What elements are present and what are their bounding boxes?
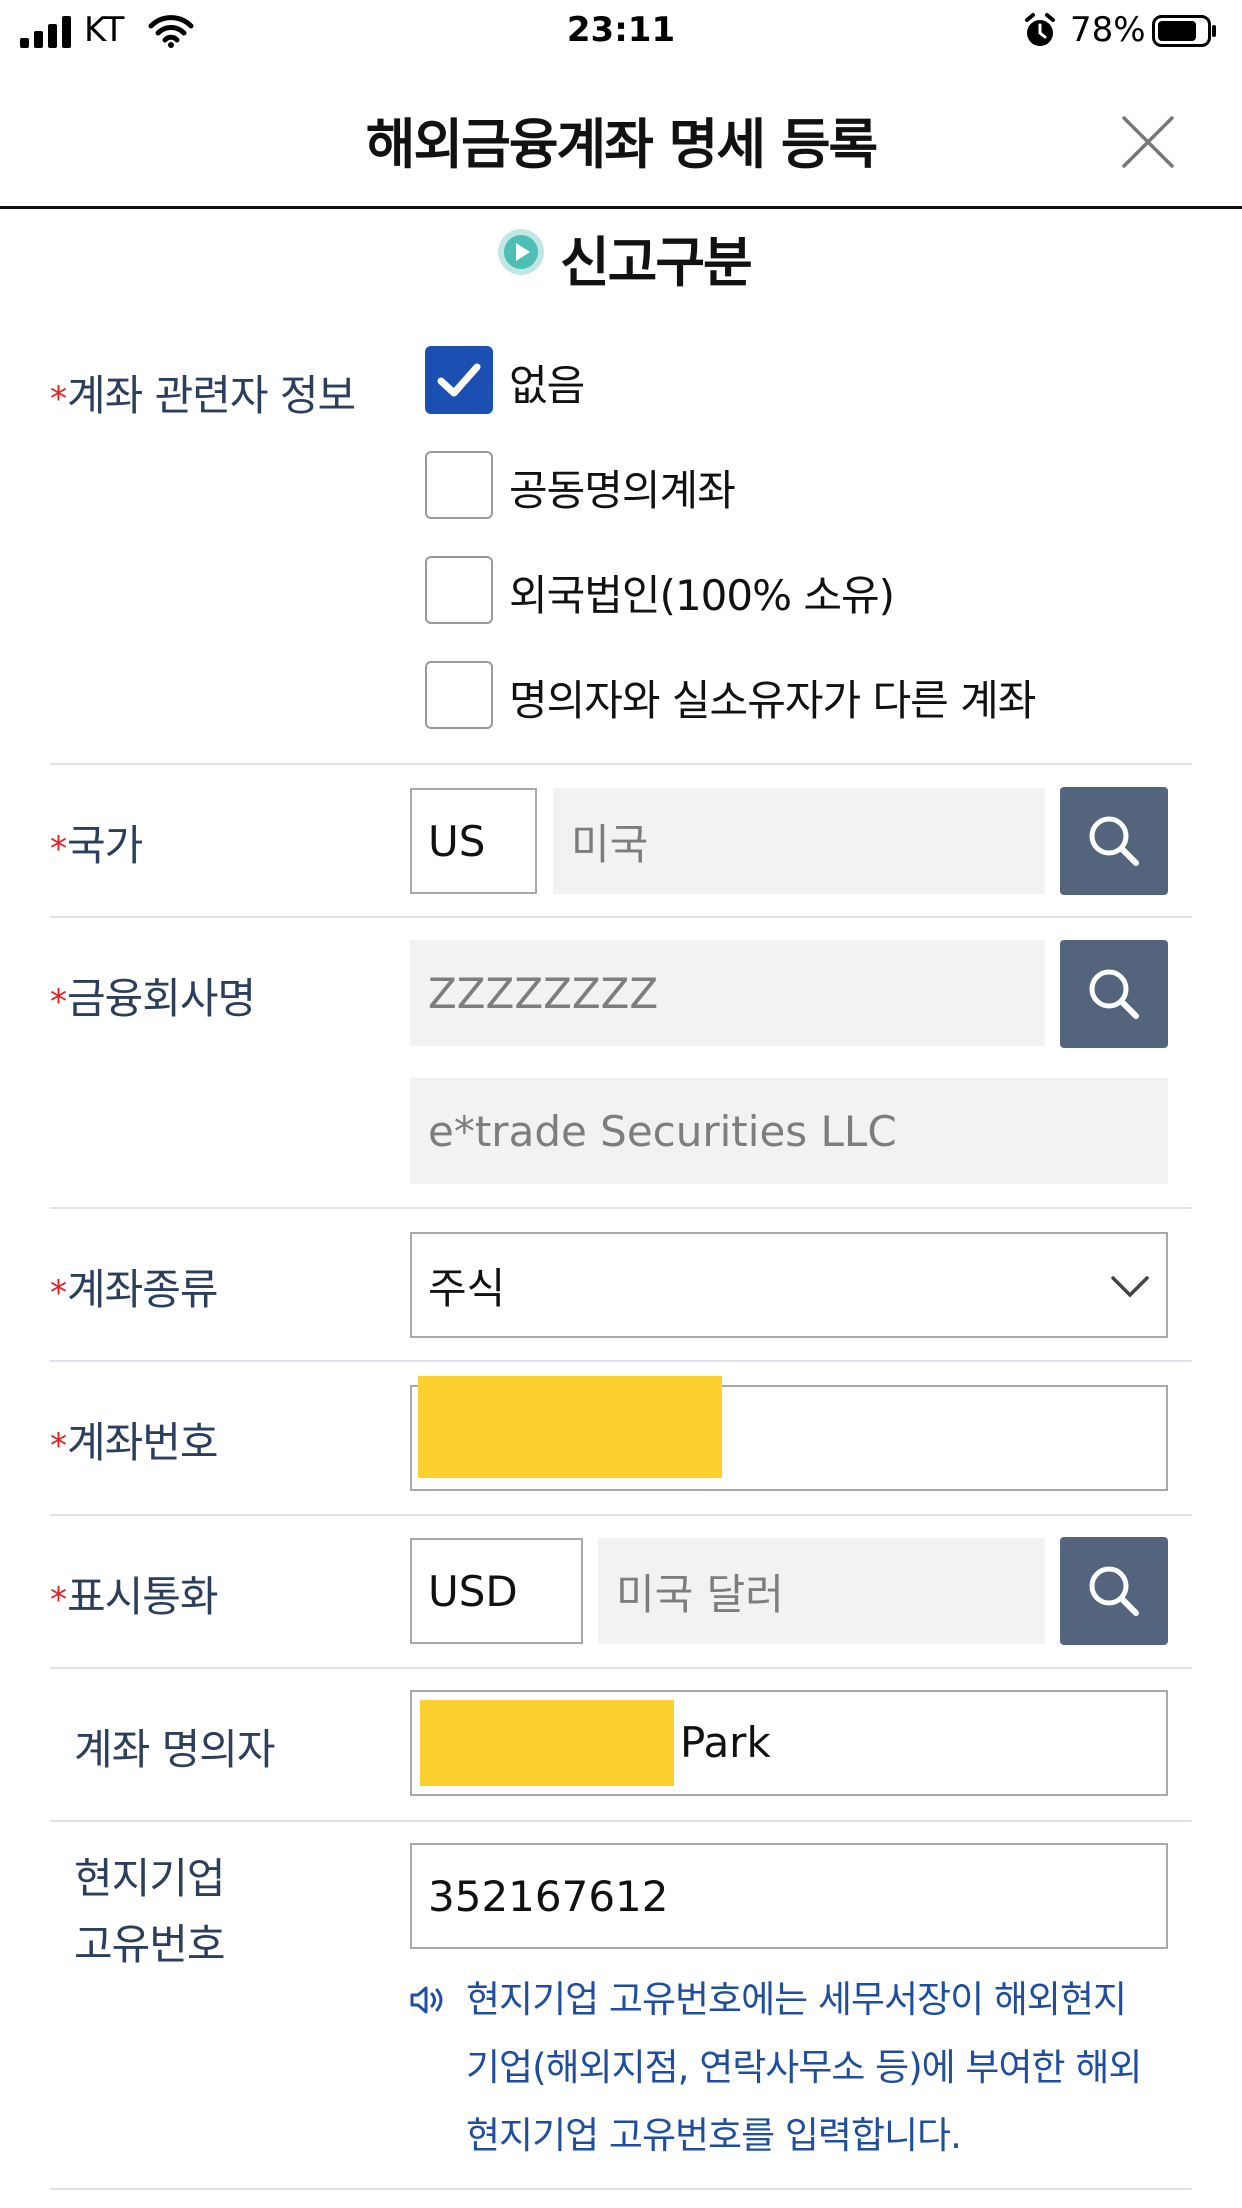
redaction-block (420, 1700, 674, 1786)
relation-label-row: *계좌 관련자 정보 (50, 362, 356, 423)
battery-icon (1152, 15, 1216, 47)
status-bar: KT 23:11 78% (0, 0, 1242, 64)
section-title: 신고구분 (560, 231, 753, 294)
note-line: 현지기업 고유번호에는 세무서장이 해외현지 (466, 1978, 1127, 2021)
option-label: 명의자와 실소유자가 다른 계좌 (509, 676, 1036, 725)
checkmark-icon (437, 363, 481, 397)
institution-name-field: e*trade Securities LLC (410, 1078, 1168, 1184)
country-label-row: *국가 (50, 812, 143, 873)
country-code-input[interactable]: US (410, 788, 537, 894)
option-different-owner[interactable]: 명의자와 실소유자가 다른 계좌 (425, 661, 1185, 741)
country-name-field: 미국 (553, 788, 1045, 894)
country-search-button[interactable] (1060, 787, 1168, 895)
account-number-label: 계좌번호 (67, 1418, 219, 1467)
battery-percent: 78% (1070, 10, 1146, 50)
required-mark: * (50, 829, 67, 869)
local-id-input[interactable]: 352167612 (410, 1843, 1168, 1949)
currency-search-button[interactable] (1060, 1537, 1168, 1645)
local-id-label-line2: 고유번호 (74, 1920, 226, 1969)
row-divider (50, 2188, 1192, 2190)
checkbox-different-owner[interactable] (425, 661, 493, 729)
option-foreign-corp[interactable]: 외국법인(100% 소유) (425, 556, 1185, 636)
row-divider (50, 1514, 1192, 1516)
row-divider (50, 1360, 1192, 1362)
row-divider (50, 1667, 1192, 1669)
checkbox-foreign-corp[interactable] (425, 556, 493, 624)
institution-code-field: ZZZZZZZZ (410, 940, 1045, 1046)
option-joint-account[interactable]: 공동명의계좌 (425, 451, 1185, 531)
close-icon[interactable] (1120, 114, 1176, 170)
required-mark: * (50, 982, 67, 1022)
account-type-value: 주식 (428, 1263, 506, 1313)
required-mark: * (50, 379, 67, 419)
local-id-label-line1: 현지기업 (74, 1854, 226, 1903)
local-id-label: 현지기업 고유번호 (74, 1846, 226, 1978)
search-icon (1089, 969, 1139, 1019)
note-line: 현지기업 고유번호를 입력합니다. (466, 2114, 962, 2157)
row-divider (50, 1820, 1192, 1822)
option-label: 없음 (509, 361, 585, 410)
checkbox-joint-account[interactable] (425, 451, 493, 519)
checkbox-none[interactable] (425, 346, 493, 414)
account-type-select[interactable]: 주식 (410, 1232, 1168, 1338)
country-label: 국가 (67, 821, 143, 870)
institution-search-button[interactable] (1060, 940, 1168, 1048)
holder-label-row: 계좌 명의자 (74, 1716, 276, 1777)
search-icon (1089, 1566, 1139, 1616)
account-number-label-row: *계좌번호 (50, 1409, 219, 1470)
option-none[interactable]: 없음 (425, 346, 1185, 426)
chevron-down-icon (1111, 1276, 1149, 1298)
account-type-label-row: *계좌종류 (50, 1256, 219, 1317)
relation-label: 계좌 관련자 정보 (67, 371, 356, 420)
currency-name-field: 미국 달러 (598, 1538, 1045, 1644)
alarm-icon (1025, 13, 1055, 46)
required-mark: * (50, 1273, 67, 1313)
account-type-label: 계좌종류 (67, 1265, 219, 1314)
required-mark: * (50, 1426, 67, 1466)
header-divider (0, 206, 1242, 209)
row-divider (50, 1207, 1192, 1209)
row-divider (50, 763, 1192, 765)
institution-label: 금융회사명 (67, 974, 256, 1023)
option-label: 공동명의계좌 (509, 466, 736, 515)
speaker-icon (410, 1986, 443, 2014)
page-title: 해외금융계좌 명세 등록 (365, 113, 878, 176)
redaction-block (418, 1376, 722, 1478)
institution-label-row: *금융회사명 (50, 965, 256, 1026)
option-label: 외국법인(100% 소유) (509, 571, 895, 620)
currency-label-row: *표시통화 (50, 1563, 219, 1624)
row-divider (50, 916, 1192, 918)
holder-name-value: Park (680, 1718, 771, 1767)
required-mark: * (50, 1580, 67, 1620)
currency-label: 표시통화 (67, 1572, 219, 1621)
holder-label: 계좌 명의자 (74, 1725, 276, 1774)
currency-code-input[interactable]: USD (410, 1538, 583, 1644)
note-line: 기업(해외지점, 연락사무소 등)에 부여한 해외 (466, 2046, 1142, 2089)
play-circle-icon (498, 229, 544, 275)
local-id-note: 현지기업 고유번호에는 세무서장이 해외현지 기업(해외지점, 연락사무소 등)… (466, 1966, 1206, 2170)
search-icon (1089, 816, 1139, 866)
